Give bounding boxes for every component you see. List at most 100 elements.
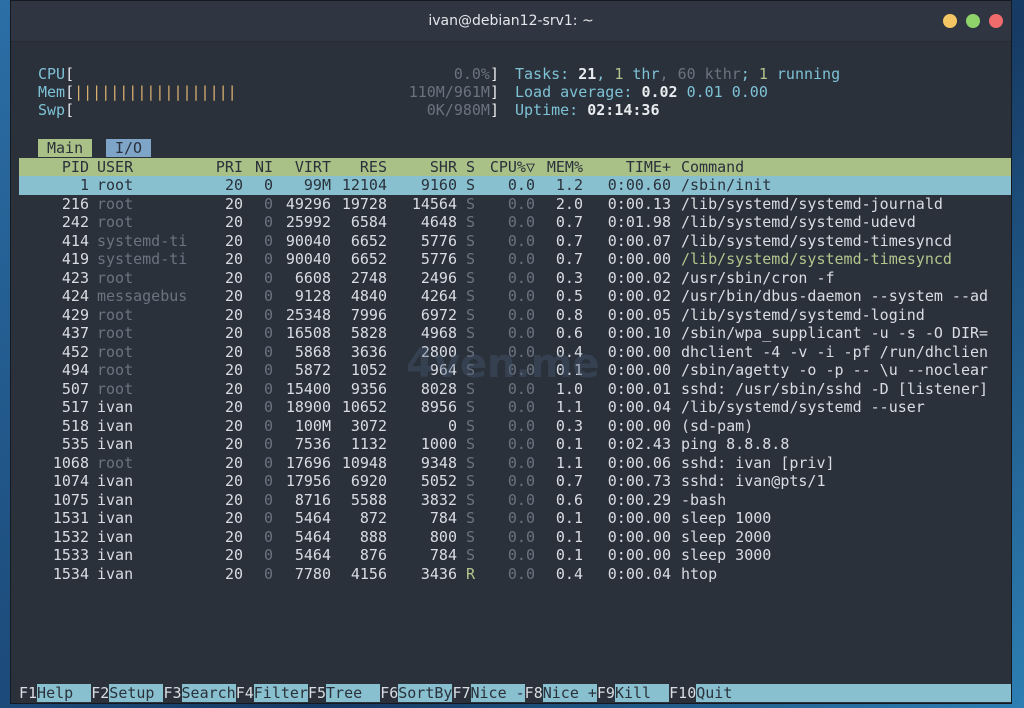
col-res[interactable]: RES	[331, 158, 387, 176]
cell-pri: 20	[224, 564, 243, 583]
fkey-label-nice[interactable]: Nice -	[470, 684, 525, 702]
fkey-label-nice[interactable]: Nice +	[542, 684, 597, 702]
table-row[interactable]: 1068 root 20 0 17696 10948 9348 S 0.0 1.1 0:00.06 s…	[19, 454, 1011, 473]
table-row[interactable]: 424 messagebus 20 0 9128 4840 4264 S 0.0 0.5 0:00.…	[19, 287, 1011, 306]
title-bar[interactable]: ivan@debian12-srv1: ~	[11, 1, 1011, 42]
cell-user: ivan	[97, 435, 134, 453]
col-time[interactable]: TIME+	[589, 158, 671, 176]
col-state[interactable]: S	[466, 158, 478, 176]
mem-bar: ||||||||||||||||||	[74, 83, 237, 101]
table-row[interactable]: 423 root 20 0 6608 2748 2496 S 0.0 0.3 0:00.02/usr…	[19, 269, 1011, 288]
fkey-label-sortby[interactable]: SortBy	[398, 684, 452, 702]
cell-res: 4840	[350, 287, 387, 305]
cell-mem: 1.1	[555, 453, 583, 472]
table-row[interactable]: 1075 ivan 20 0 8716 5588 3832 S 0.0 0.6 0:00.29 -ba…	[19, 491, 1011, 510]
cell-res: 888	[359, 527, 387, 546]
cell-cmd: htop	[681, 564, 718, 583]
fkey-label-quit[interactable]: Quit	[696, 684, 1011, 702]
cell-user: root	[97, 361, 134, 379]
cell-time: 0:00.29	[607, 490, 671, 509]
cell-res: 9356	[350, 379, 387, 398]
fkey-f2[interactable]: F2	[91, 684, 109, 702]
maximize-button[interactable]	[966, 14, 980, 28]
cell-pri: 20	[224, 268, 243, 287]
cell-virt: 25348	[285, 305, 331, 324]
cell-pid: 1074	[52, 472, 89, 490]
cell-res: 19728	[341, 194, 387, 213]
cell-cmd: /lib/systemd/systemd-timesyncd	[681, 231, 952, 250]
col-mem[interactable]: MEM%	[535, 158, 583, 176]
fkey-label-filter[interactable]: Filter	[253, 684, 308, 702]
cell-cmd: dhclient -4 -v -i -pf /run/dhclien	[681, 342, 989, 361]
htop-terminal[interactable]: CPU[ 0.0%] Mem[|||||||||||||||||| 110M/9…	[11, 41, 1011, 703]
tab-io[interactable]: I/O	[106, 139, 152, 157]
table-row[interactable]: 216 root 20 0 49296 19728 14564 S 0.0 2.0 0:00.13 /…	[19, 195, 1011, 214]
col-shr[interactable]: SHR	[387, 158, 457, 176]
table-row[interactable]: 518 ivan 20 0 100M 3072 0 S 0.0 0.3 0:00.00 (sd-pam…	[19, 417, 1011, 436]
col-ni[interactable]: NI	[247, 158, 273, 176]
cell-pid: 1068	[52, 453, 89, 472]
table-row[interactable]: 1074 ivan 20 0 17956 6920 5052 S 0.0 0.7 0:00.73 ss…	[19, 472, 1011, 491]
minimize-button[interactable]	[943, 14, 957, 28]
cell-pri: 20	[224, 435, 243, 453]
cell-pid: 518	[61, 416, 89, 435]
fkey-f9[interactable]: F9	[597, 684, 615, 702]
col-cpu[interactable]: CPU%▽	[479, 158, 535, 176]
fkey-f8[interactable]: F8	[525, 684, 543, 702]
col-user[interactable]: USER	[97, 158, 197, 176]
cell-virt: 8716	[294, 490, 331, 509]
table-row[interactable]: 1532 ivan 20 0 5464 888 800 S 0.0 0.1 0:00.00 sleep…	[19, 528, 1011, 547]
fkey-label-kill[interactable]: Kill	[614, 684, 670, 702]
cell-s: S	[466, 527, 476, 546]
tab-main[interactable]: Main	[38, 139, 93, 157]
fkey-f4[interactable]: F4	[236, 684, 254, 702]
fkey-label-search[interactable]: Search	[181, 684, 236, 702]
cell-virt: 16508	[285, 324, 331, 342]
cell-time: 0:00.00	[607, 250, 671, 268]
fkey-label-tree[interactable]: Tree	[326, 684, 381, 702]
table-row[interactable]: 437 root 20 0 16508 5828 4968 S 0.0 0.6 0:00.10/sb…	[19, 324, 1011, 343]
cell-s: S	[466, 435, 476, 453]
cell-pid: 517	[61, 398, 89, 416]
close-button[interactable]	[989, 14, 1003, 28]
col-pri[interactable]: PRI	[197, 158, 243, 176]
cell-s: S	[466, 324, 476, 342]
fkey-f6[interactable]: F6	[380, 684, 398, 702]
table-row[interactable]: 1534 ivan 20 0 7780 4156 3436 R 0.0 0.4 0:00.04 hto…	[19, 565, 1011, 584]
cell-shr: 4648	[420, 213, 457, 231]
fkey-f7[interactable]: F7	[452, 684, 470, 702]
table-row[interactable]: 414 systemd-ti 20 0 90040 6652 5776 S 0.0 0.7 0:00…	[19, 232, 1011, 251]
cell-ni: 0	[263, 435, 273, 453]
table-row[interactable]: 419 systemd-ti 20 0 90040 6652 5776 S 0.0 0.7 0:00…	[19, 250, 1011, 269]
fkey-f1[interactable]: F1	[19, 684, 37, 702]
fkey-f5[interactable]: F5	[308, 684, 326, 702]
table-row[interactable]: 1533 ivan 20 0 5464 876 784 S 0.0 0.1 0:00.00 sleep…	[19, 546, 1011, 565]
cell-mem: 0.1	[555, 509, 583, 527]
cell-ni: 0	[263, 287, 273, 305]
fkey-label-help[interactable]: Help	[37, 684, 92, 702]
table-row[interactable]: 535 ivan 20 0 7536 1132 1000 S 0.0 0.1 0:02.43 ping…	[19, 435, 1011, 454]
cell-user: root	[97, 379, 134, 398]
cell-time: 0:00.00	[607, 361, 671, 379]
table-row[interactable]: 429 root 20 0 25348 7996 6972 S 0.0 0.8 0:00.05/li…	[19, 306, 1011, 325]
cell-res: 6652	[350, 250, 387, 268]
cell-virt: 7780	[294, 564, 331, 583]
table-row[interactable]: 517 ivan 20 0 18900 10652 8956 S 0.0 1.1 0:00.04/l…	[19, 398, 1011, 417]
cell-virt: 15400	[285, 379, 331, 398]
fkey-f10[interactable]: F10	[669, 684, 696, 702]
cell-cmd: /lib/systemd/systemd-udevd	[681, 213, 916, 231]
col-pid[interactable]: PID	[19, 158, 89, 176]
table-row[interactable]: 1531 ivan 20 0 5464 872 784 S 0.0 0.1 0:00.00 sleep…	[19, 509, 1011, 528]
table-row[interactable]: 1 root 20 0 99M 12104 9160 S 0.0 1.2 0:00.60/sbin/…	[19, 176, 1011, 195]
fkey-label-setup[interactable]: Setup	[109, 684, 164, 702]
col-virt[interactable]: VIRT	[275, 158, 331, 176]
table-row[interactable]: 242 root 20 0 25992 6584 4648 S 0.0 0.7 0:01.98/li…	[19, 213, 1011, 232]
cell-user: ivan	[97, 472, 134, 490]
cell-user: root	[97, 453, 134, 472]
cell-shr: 2496	[420, 268, 457, 287]
cell-virt: 5464	[294, 546, 331, 564]
col-command[interactable]: Command	[681, 158, 1011, 176]
cell-time: 0:00.00	[607, 342, 671, 361]
cell-shr: 3832	[420, 490, 457, 509]
fkey-f3[interactable]: F3	[163, 684, 181, 702]
